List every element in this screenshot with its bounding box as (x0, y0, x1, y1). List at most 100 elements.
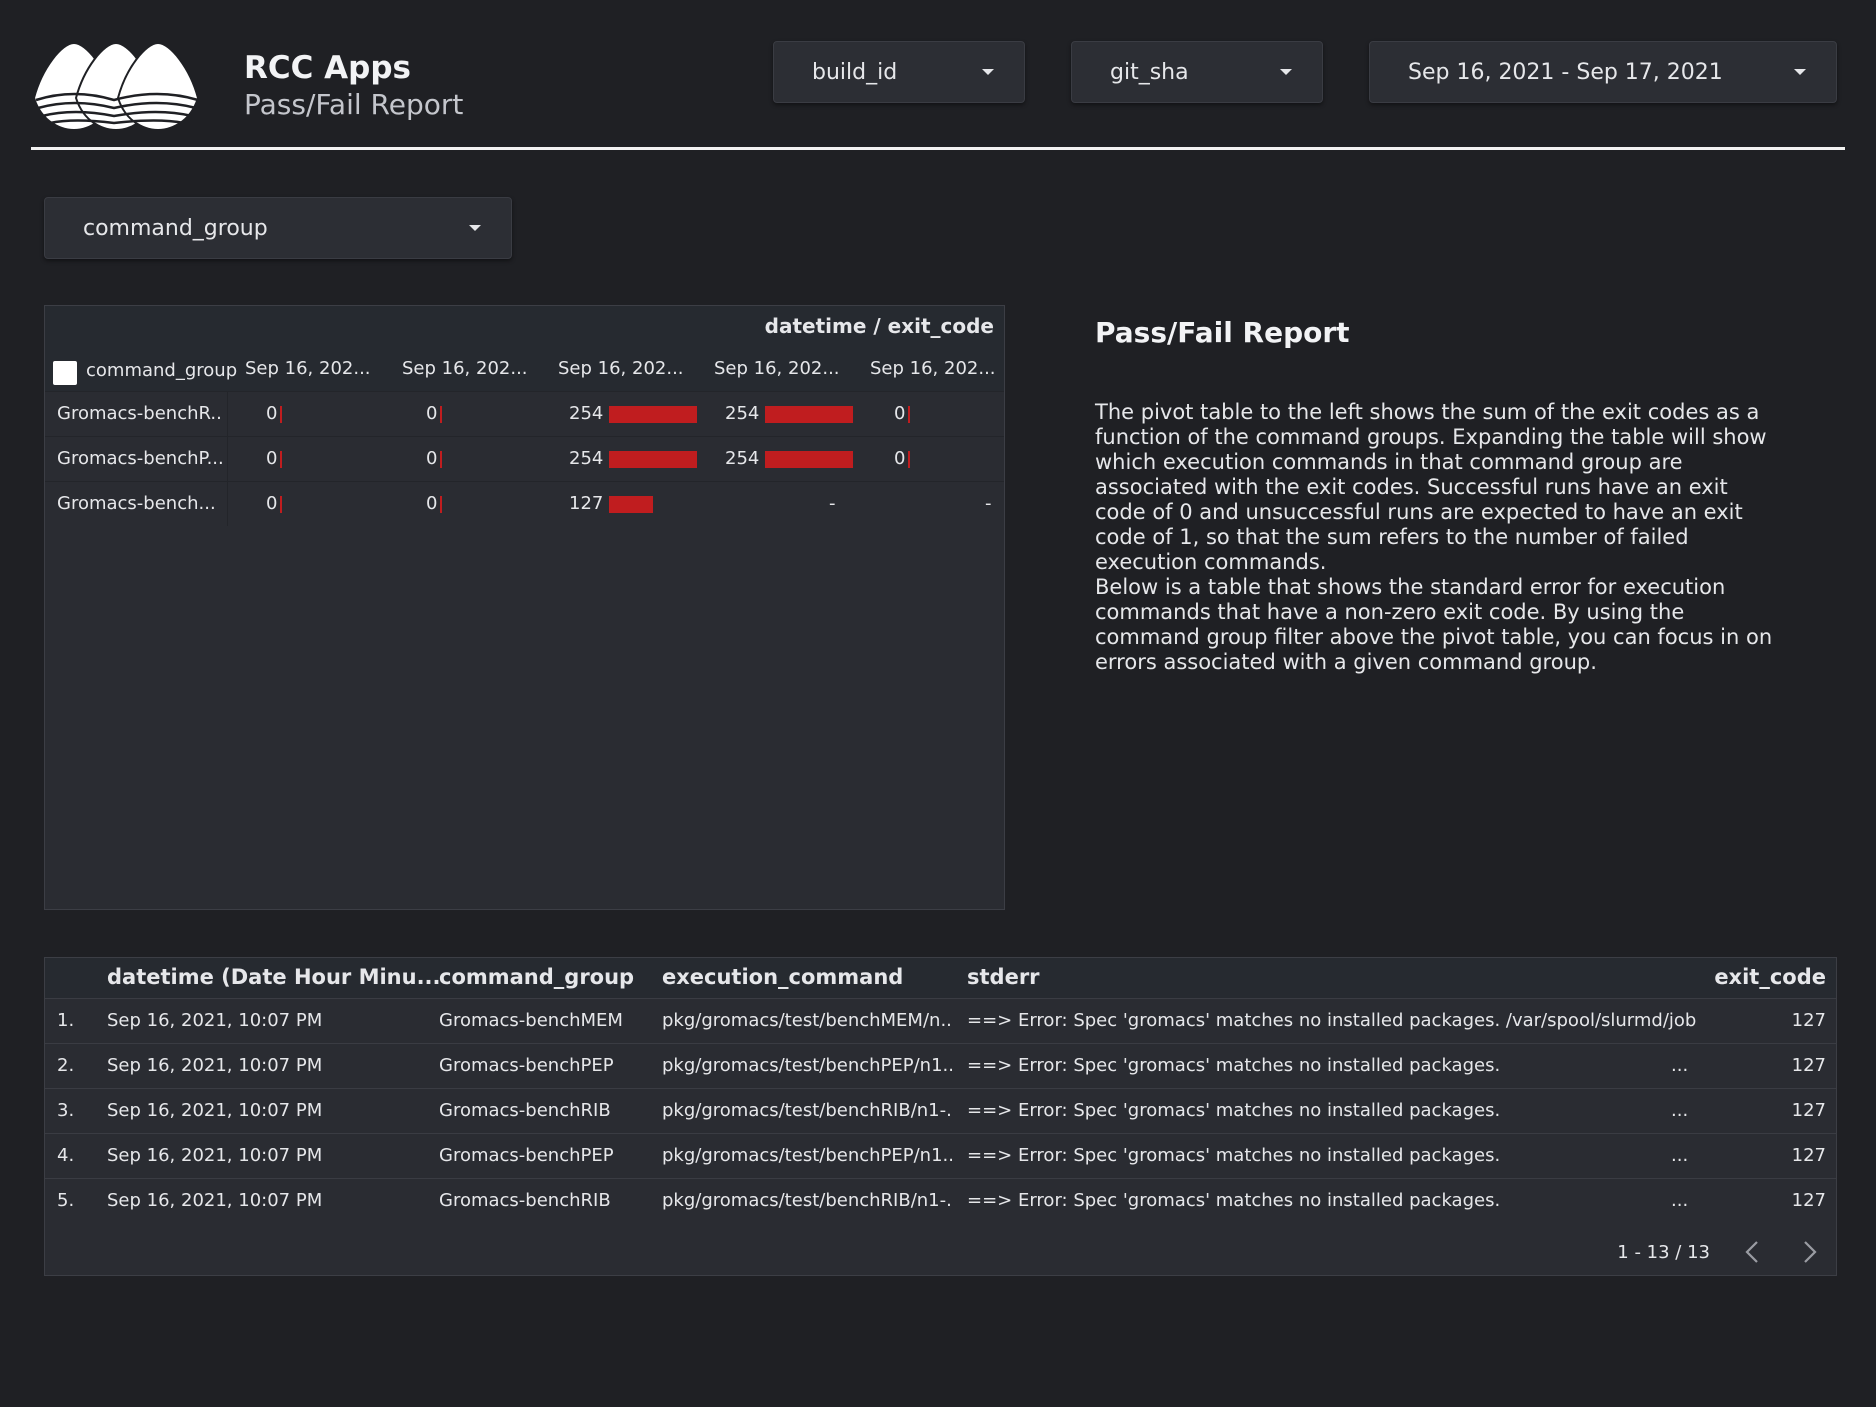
cell-command-group: Gromacs-benchRIB (439, 1190, 611, 1211)
cell-execution-command: pkg/gromacs/test/benchRIB/n1-... (662, 1100, 952, 1121)
cell-exit-code: 127 (1791, 1145, 1826, 1166)
pivot-cell-value: 0 (266, 448, 278, 469)
pivot-column-header[interactable]: Sep 16, 202... (558, 358, 684, 379)
pivot-row-header[interactable]: command_group (86, 360, 237, 381)
git-sha-filter[interactable]: git_sha (1071, 41, 1323, 103)
pivot-row-label: Gromacs-benchR... (57, 403, 222, 424)
column-header-execution-command[interactable]: execution_command (662, 965, 903, 989)
pivot-column-header[interactable]: Sep 16, 202... (245, 358, 371, 379)
description-paragraph-1: The pivot table to the left shows the su… (1095, 400, 1767, 574)
row-number: 4. (57, 1145, 75, 1166)
pivot-cell-value: 0 (426, 448, 438, 469)
command-group-filter-label: command_group (83, 215, 268, 241)
pivot-row-label: Gromacs-benchP... (57, 448, 222, 469)
cell-exit-code: 127 (1791, 1100, 1826, 1121)
cell-stderr: ==> Error: Spec 'gromacs' matches no ins… (967, 1190, 1501, 1211)
cell-datetime: Sep 16, 2021, 10:07 PM (107, 1145, 323, 1166)
cell-execution-command: pkg/gromacs/test/benchRIB/n1-... (662, 1190, 952, 1211)
pivot-column-header[interactable]: Sep 16, 202... (402, 358, 528, 379)
pivot-cell-value: 0 (426, 493, 438, 514)
column-separator (227, 482, 228, 526)
pivot-cell-value: 0 (894, 448, 906, 469)
pivot-bar (609, 406, 697, 423)
cell-execution-command: pkg/gromacs/test/benchMEM/n... (662, 1010, 952, 1031)
pivot-column-header[interactable]: Sep 16, 202... (870, 358, 996, 379)
pivot-bar (280, 496, 282, 513)
cell-stderr-more: ... (1671, 1055, 1689, 1076)
date-range-filter-label: Sep 16, 2021 - Sep 17, 2021 (1408, 59, 1723, 85)
table-row[interactable]: 2. Sep 16, 2021, 10:07 PM Gromacs-benchPEP… (45, 1043, 1836, 1089)
pivot-cell-value: 254 (569, 403, 604, 424)
table-row[interactable]: 3. Sep 16, 2021, 10:07 PM Gromacs-benchRIB… (45, 1088, 1836, 1134)
pivot-cell-value: - (985, 493, 992, 514)
pivot-column-header[interactable]: Sep 16, 202... (714, 358, 840, 379)
cell-stderr: ==> Error: Spec 'gromacs' matches no ins… (967, 1100, 1501, 1121)
pivot-bar (609, 496, 653, 513)
cell-exit-code: 127 (1791, 1190, 1826, 1211)
column-separator (227, 437, 228, 481)
pivot-bar (280, 406, 282, 423)
chevron-right-icon[interactable] (1798, 1239, 1820, 1265)
chevron-left-icon[interactable] (1742, 1239, 1764, 1265)
cell-command-group: Gromacs-benchRIB (439, 1100, 611, 1121)
pivot-column-header-row: command_group Sep 16, 202... Sep 16, 202… (45, 346, 1004, 391)
date-range-filter[interactable]: Sep 16, 2021 - Sep 17, 2021 (1369, 41, 1837, 103)
pivot-table-header: datetime / exit_code (45, 306, 1004, 346)
git-sha-filter-label: git_sha (1110, 59, 1189, 85)
app-title: RCC Apps (244, 50, 411, 86)
pivot-cell-value: 0 (266, 493, 278, 514)
pivot-cell-value: 0 (894, 403, 906, 424)
cell-command-group: Gromacs-benchPEP (439, 1055, 614, 1076)
pivot-cell-value: 254 (725, 403, 760, 424)
row-number: 1. (57, 1010, 75, 1031)
cell-stderr: ==> Error: Spec 'gromacs' matches no ins… (967, 1010, 1697, 1031)
row-number: 2. (57, 1055, 75, 1076)
cell-exit-code: 127 (1791, 1055, 1826, 1076)
cell-datetime: Sep 16, 2021, 10:07 PM (107, 1010, 323, 1031)
expand-checkbox[interactable] (53, 361, 77, 385)
cell-execution-command: pkg/gromacs/test/benchPEP/n1... (662, 1145, 952, 1166)
row-number: 5. (57, 1190, 75, 1211)
table-header-row: datetime (Date Hour Minu... command_grou… (45, 958, 1836, 998)
caret-down-icon (1794, 69, 1806, 75)
pivot-bar (908, 406, 910, 423)
cell-datetime: Sep 16, 2021, 10:07 PM (107, 1100, 323, 1121)
stderr-table: datetime (Date Hour Minu... command_grou… (44, 957, 1837, 1276)
header-divider (31, 147, 1845, 150)
pivot-row[interactable]: Gromacs-benchR... 0 0 254 254 0 (45, 391, 1004, 436)
pivot-cell-value: 254 (725, 448, 760, 469)
pivot-bar (765, 406, 853, 423)
cell-datetime: Sep 16, 2021, 10:07 PM (107, 1055, 323, 1076)
pivot-bar (440, 406, 442, 423)
cell-stderr-more: ... (1671, 1190, 1689, 1211)
wave-logo-icon (32, 41, 200, 130)
pivot-bar (440, 496, 442, 513)
pivot-bar (609, 451, 697, 468)
pivot-cell-value: - (829, 493, 836, 514)
cell-stderr: ==> Error: Spec 'gromacs' matches no ins… (967, 1145, 1501, 1166)
command-group-filter[interactable]: command_group (44, 197, 512, 259)
cell-stderr-more: ... (1671, 1100, 1689, 1121)
column-separator (227, 392, 228, 436)
pivot-row[interactable]: Gromacs-bench... 0 0 127 - - (45, 481, 1004, 526)
column-header-command-group[interactable]: command_group (439, 965, 634, 989)
column-header-datetime[interactable]: datetime (Date Hour Minu... (107, 965, 441, 989)
table-row[interactable]: 1. Sep 16, 2021, 10:07 PM Gromacs-benchMEM… (45, 998, 1836, 1044)
caret-down-icon (469, 225, 481, 231)
table-row[interactable]: 5. Sep 16, 2021, 10:07 PM Gromacs-benchRIB… (45, 1178, 1836, 1224)
cell-command-group: Gromacs-benchMEM (439, 1010, 623, 1031)
pagination-label: 1 - 13 / 13 (1617, 1242, 1710, 1263)
row-number: 3. (57, 1100, 75, 1121)
column-header-exit-code[interactable]: exit_code (1714, 965, 1826, 989)
pivot-row-label: Gromacs-bench... (57, 493, 216, 514)
table-row[interactable]: 4. Sep 16, 2021, 10:07 PM Gromacs-benchPEP… (45, 1133, 1836, 1179)
build-id-filter-label: build_id (812, 59, 898, 85)
description-title: Pass/Fail Report (1095, 316, 1350, 349)
pivot-cell-value: 0 (426, 403, 438, 424)
pivot-row[interactable]: Gromacs-benchP... 0 0 254 254 0 (45, 436, 1004, 481)
build-id-filter[interactable]: build_id (773, 41, 1025, 103)
description-paragraph-2: Below is a table that shows the standard… (1095, 575, 1773, 674)
cell-execution-command: pkg/gromacs/test/benchPEP/n1... (662, 1055, 952, 1076)
column-header-stderr[interactable]: stderr (967, 965, 1040, 989)
caret-down-icon (1280, 69, 1292, 75)
